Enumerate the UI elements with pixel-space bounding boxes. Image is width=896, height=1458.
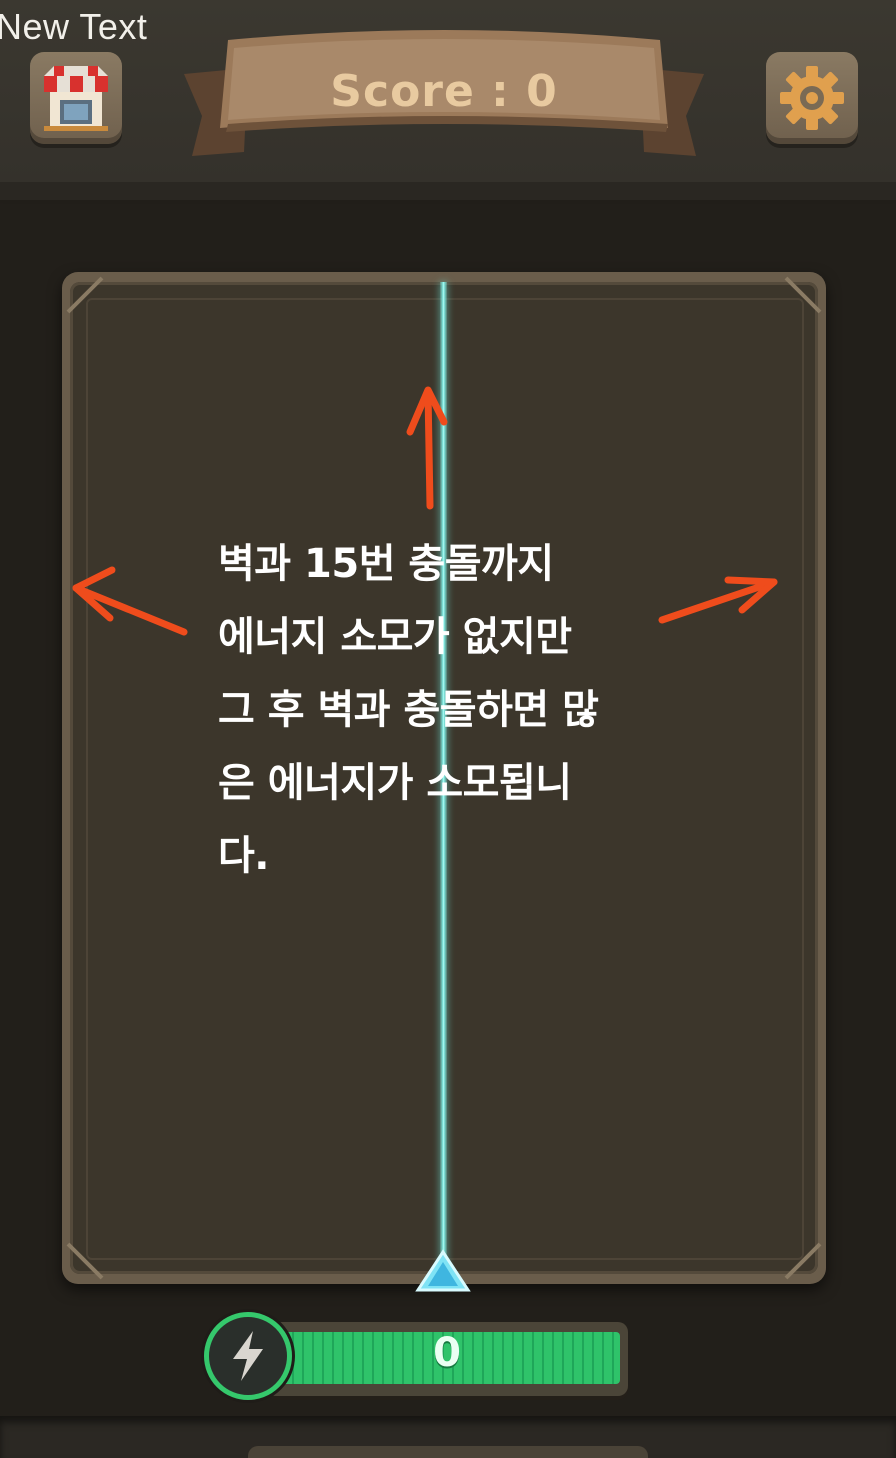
energy-value: 0: [433, 1330, 461, 1376]
energy-bar: 0: [200, 1312, 632, 1404]
bottom-tab: [248, 1446, 648, 1458]
tutorial-hint-text: 벽과 15번 충돌까지 에너지 소모가 없지만 그 후 벽과 충돌하면 많 은 …: [218, 541, 599, 879]
arrow-left: [72, 584, 188, 636]
energy-badge: [204, 1312, 292, 1400]
arrow-up: [424, 388, 434, 510]
lightning-icon: [233, 1331, 263, 1381]
launcher-gem: [415, 1249, 471, 1292]
game-screen: New Text Score : 0 벽과 15번 충돌까지 에너지 소모가 없…: [0, 0, 896, 1458]
